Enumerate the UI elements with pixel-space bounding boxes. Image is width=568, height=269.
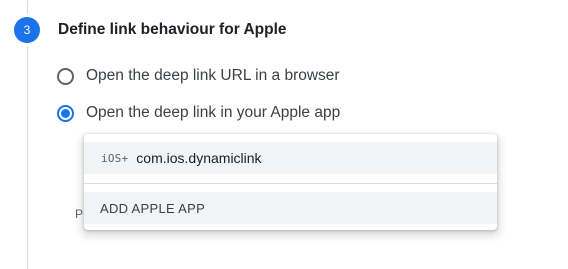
step-title: Define link behaviour for Apple <box>58 21 287 38</box>
app-bundle-id: com.ios.dynamiclink <box>136 150 262 166</box>
apple-app-dropdown-menu: iOS+ com.ios.dynamiclink ADD APPLE APP <box>84 134 497 230</box>
link-behaviour-step: 3 Define link behaviour for Apple Open t… <box>0 0 568 269</box>
add-apple-app-button[interactable]: ADD APPLE APP <box>84 192 497 224</box>
add-apple-app-label: ADD APPLE APP <box>100 200 206 216</box>
option-label-apple-app: Open the deep link in your Apple app <box>86 104 341 121</box>
dropdown-item-app[interactable]: iOS+ com.ios.dynamiclink <box>84 142 497 174</box>
option-label-browser: Open the deep link URL in a browser <box>86 67 340 84</box>
partially-hidden-field-label: P <box>75 207 84 221</box>
radio-button-browser[interactable] <box>57 67 74 85</box>
option-open-in-apple-app[interactable]: Open the deep link in your Apple app <box>57 104 340 122</box>
step-number-badge: 3 <box>14 17 40 43</box>
dropdown-divider <box>84 183 497 184</box>
radio-button-apple-app[interactable] <box>57 104 74 122</box>
ios-icon: iOS+ <box>101 151 129 165</box>
radio-selected-dot <box>61 108 70 118</box>
option-open-in-browser[interactable]: Open the deep link URL in a browser <box>57 67 340 85</box>
